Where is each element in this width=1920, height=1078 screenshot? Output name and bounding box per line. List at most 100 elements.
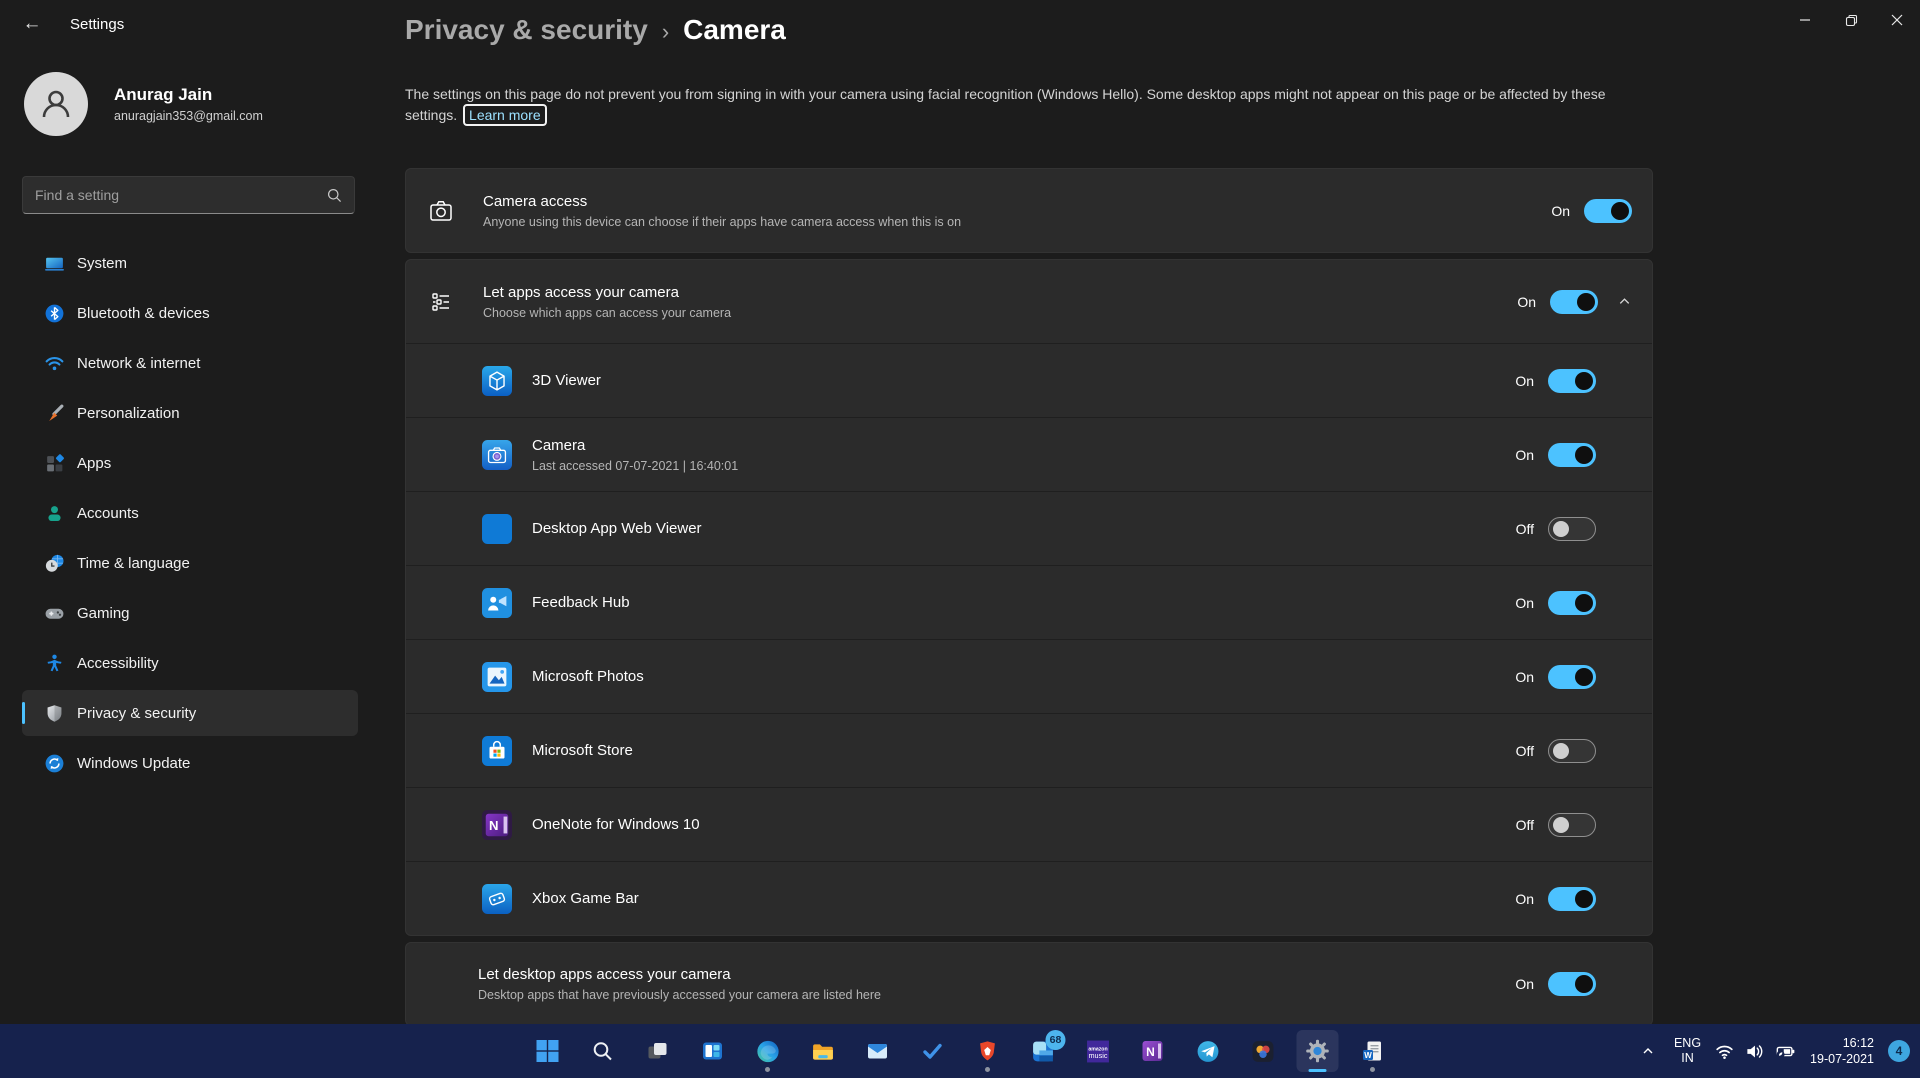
toggle-knob	[1611, 202, 1629, 220]
sidebar-nav: System Bluetooth & devices Network & int…	[0, 240, 380, 786]
close-icon	[1891, 14, 1903, 26]
telegram-icon[interactable]	[1195, 1038, 1221, 1064]
brave-icon[interactable]	[975, 1038, 1001, 1064]
app-row-xbox-game-bar: Xbox Game Bar On	[406, 861, 1652, 935]
close-button[interactable]	[1874, 0, 1920, 40]
3d-viewer-icon	[482, 366, 512, 396]
settings-taskbar-icon[interactable]	[1305, 1038, 1331, 1064]
camera-access-toggle[interactable]	[1584, 199, 1632, 223]
restore-button[interactable]	[1828, 0, 1874, 40]
user-profile[interactable]: Anurag Jain anuragjain353@gmail.com	[0, 48, 380, 136]
search-input[interactable]	[23, 187, 327, 203]
app-permissions-icon	[428, 289, 454, 315]
file-explorer-icon[interactable]	[810, 1038, 836, 1064]
app-row-3d-viewer: 3D Viewer On	[406, 343, 1652, 417]
clock[interactable]: 16:12 19-07-2021	[1810, 1035, 1874, 1067]
sidebar-item-label: System	[77, 255, 127, 272]
hidden-icons-button[interactable]	[1636, 1039, 1660, 1063]
wifi-icon	[1715, 1042, 1734, 1061]
sidebar-item-bluetooth-devices[interactable]: Bluetooth & devices	[22, 290, 358, 336]
sidebar-item-gaming[interactable]: Gaming	[22, 590, 358, 636]
desktop-app-web-viewer-toggle[interactable]	[1548, 517, 1596, 541]
edge-icon[interactable]	[755, 1038, 781, 1064]
app-state: On	[1515, 447, 1534, 463]
microsoft-store-toggle[interactable]	[1548, 739, 1596, 763]
settings-sidebar: ← Settings Anurag Jain anuragjain353@gma…	[0, 0, 380, 1024]
selected-accent-bar	[22, 702, 25, 724]
word-icon[interactable]: W	[1360, 1038, 1386, 1064]
back-button[interactable]: ←	[16, 8, 48, 40]
toggle-knob	[1575, 668, 1593, 686]
task-view-button[interactable]	[645, 1038, 671, 1064]
tray-status-icons[interactable]	[1715, 1042, 1796, 1061]
toggle-knob	[1575, 446, 1593, 464]
sidebar-item-accessibility[interactable]: Accessibility	[22, 640, 358, 686]
davinci-resolve-icon[interactable]	[1250, 1038, 1276, 1064]
notification-center-badge[interactable]: 4	[1888, 1040, 1910, 1062]
onenote-toggle[interactable]	[1548, 813, 1596, 837]
let-desktop-apps-subtitle: Desktop apps that have previously access…	[478, 988, 1515, 1002]
region-code: IN	[1674, 1051, 1701, 1066]
search-box[interactable]	[22, 176, 355, 214]
running-indicator	[765, 1067, 770, 1072]
toggle-knob	[1553, 743, 1569, 759]
onenote-taskbar-icon[interactable]: N	[1140, 1038, 1166, 1064]
news-icon[interactable]: 68	[1030, 1038, 1056, 1064]
let-apps-header[interactable]: Let apps access your camera Choose which…	[406, 260, 1652, 343]
amazon-music-icon[interactable]: amazon music	[1085, 1038, 1111, 1064]
sidebar-item-apps[interactable]: Apps	[22, 440, 358, 486]
sidebar-item-label: Network & internet	[77, 355, 200, 372]
app-name: Microsoft Store	[532, 742, 1516, 759]
3d-viewer-toggle[interactable]	[1548, 369, 1596, 393]
microsoft-photos-toggle[interactable]	[1548, 665, 1596, 689]
feedback-hub-toggle[interactable]	[1548, 591, 1596, 615]
sidebar-item-label: Gaming	[77, 605, 130, 622]
sidebar-item-system[interactable]: System	[22, 240, 358, 286]
sidebar-item-network-internet[interactable]: Network & internet	[22, 340, 358, 386]
network-icon	[44, 353, 65, 374]
running-indicator	[985, 1067, 990, 1072]
camera-access-state: On	[1551, 203, 1570, 219]
window-controls	[1782, 0, 1920, 40]
sidebar-item-personalization[interactable]: Personalization	[22, 390, 358, 436]
taskbar-search-button[interactable]	[590, 1038, 616, 1064]
app-title: Settings	[70, 16, 124, 33]
svg-text:W: W	[1364, 1051, 1372, 1060]
sidebar-item-time-language[interactable]: Time & language	[22, 540, 358, 586]
mail-icon[interactable]	[865, 1038, 891, 1064]
collapse-expander-button[interactable]	[1612, 290, 1636, 314]
breadcrumb-separator-icon: ›	[662, 19, 669, 45]
app-name: OneNote for Windows 10	[532, 816, 1516, 833]
todo-icon[interactable]	[920, 1038, 946, 1064]
windows-logo-icon	[536, 1039, 560, 1063]
app-row-microsoft-photos: Microsoft Photos On	[406, 639, 1652, 713]
let-apps-subtitle: Choose which apps can access your camera	[483, 306, 1517, 320]
camera-app-toggle[interactable]	[1548, 443, 1596, 467]
let-apps-toggle[interactable]	[1550, 290, 1598, 314]
sidebar-item-label: Time & language	[77, 555, 190, 572]
xbox-game-bar-icon	[482, 884, 512, 914]
language-indicator[interactable]: ENG IN	[1674, 1036, 1701, 1066]
app-name: Camera	[532, 437, 1515, 454]
system-tray: ENG IN 16:12 19-07-2021 4	[1636, 1024, 1910, 1078]
minimize-button[interactable]	[1782, 0, 1828, 40]
onenote-icon: N	[482, 810, 512, 840]
start-button[interactable]	[535, 1038, 561, 1064]
widgets-button[interactable]	[700, 1038, 726, 1064]
sidebar-item-windows-update[interactable]: Windows Update	[22, 740, 358, 786]
let-desktop-apps-toggle[interactable]	[1548, 972, 1596, 996]
apps-icon	[44, 453, 65, 474]
learn-more-link[interactable]: Learn more	[463, 104, 547, 126]
volume-icon	[1745, 1042, 1764, 1061]
sidebar-item-privacy-security[interactable]: Privacy & security	[22, 690, 358, 736]
svg-text:N: N	[1146, 1045, 1155, 1059]
app-state: On	[1515, 891, 1534, 907]
app-name: Xbox Game Bar	[532, 890, 1515, 907]
microsoft-store-icon	[482, 736, 512, 766]
toggle-knob	[1553, 521, 1569, 537]
sidebar-item-accounts[interactable]: Accounts	[22, 490, 358, 536]
breadcrumb-parent[interactable]: Privacy & security	[405, 14, 648, 46]
app-row-desktop-app-web-viewer: Desktop App Web Viewer Off	[406, 491, 1652, 565]
xbox-game-bar-toggle[interactable]	[1548, 887, 1596, 911]
toggle-knob	[1553, 817, 1569, 833]
